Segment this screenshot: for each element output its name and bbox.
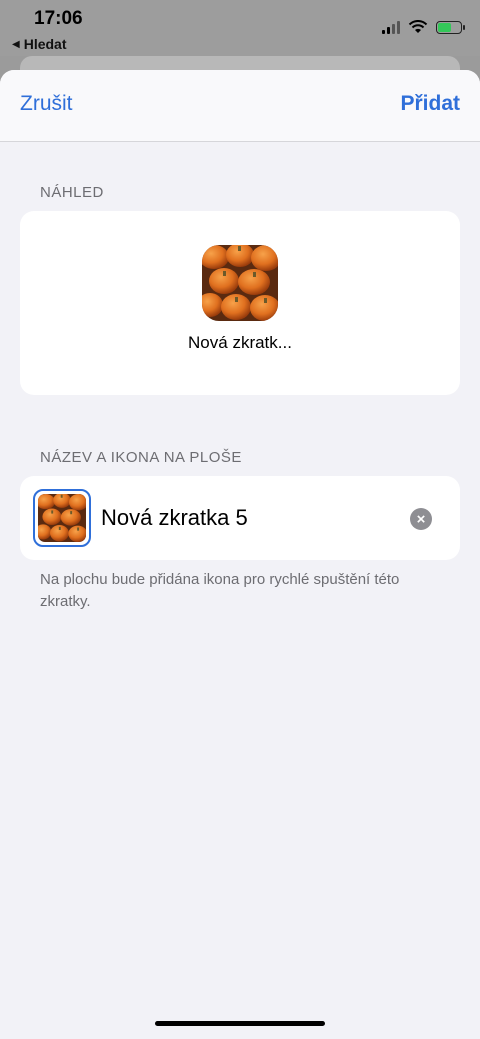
clear-text-icon[interactable]: ×	[410, 508, 432, 530]
add-to-home-sheet: Zrušit Přidat NÁHLED Nová zkratk... NÁZE…	[0, 70, 480, 1039]
home-indicator	[155, 1021, 325, 1026]
name-icon-card: ×	[20, 476, 460, 560]
back-link-label: Hledat	[23, 36, 67, 52]
back-arrow-icon: ◀	[12, 38, 20, 50]
wifi-icon	[408, 20, 428, 33]
shortcut-name-input[interactable]	[101, 500, 401, 536]
cancel-button[interactable]: Zrušit	[20, 92, 73, 116]
nav-bar: Zrušit Přidat	[0, 70, 480, 142]
status-icons	[382, 20, 465, 34]
preview-section-header: NÁHLED	[40, 184, 104, 201]
preview-label: Nová zkratk...	[188, 333, 292, 352]
edit-icon-button[interactable]	[33, 489, 91, 547]
pumpkins-thumbnail-icon	[38, 494, 86, 542]
cellular-signal-icon	[382, 20, 400, 34]
add-button[interactable]: Přidat	[400, 92, 460, 116]
preview-card: Nová zkratk...	[20, 211, 460, 395]
status-time: 17:06	[34, 8, 83, 29]
battery-icon	[436, 20, 465, 34]
status-bar: 17:06 ◀ Hledat	[0, 0, 480, 56]
back-to-search-link[interactable]: ◀ Hledat	[12, 36, 67, 52]
pumpkins-photo-icon	[202, 245, 278, 321]
footer-note: Na plochu bude přidána ikona pro rychlé …	[40, 571, 400, 610]
name-section-header: NÁZEV A IKONA NA PLOŠE	[40, 449, 242, 466]
